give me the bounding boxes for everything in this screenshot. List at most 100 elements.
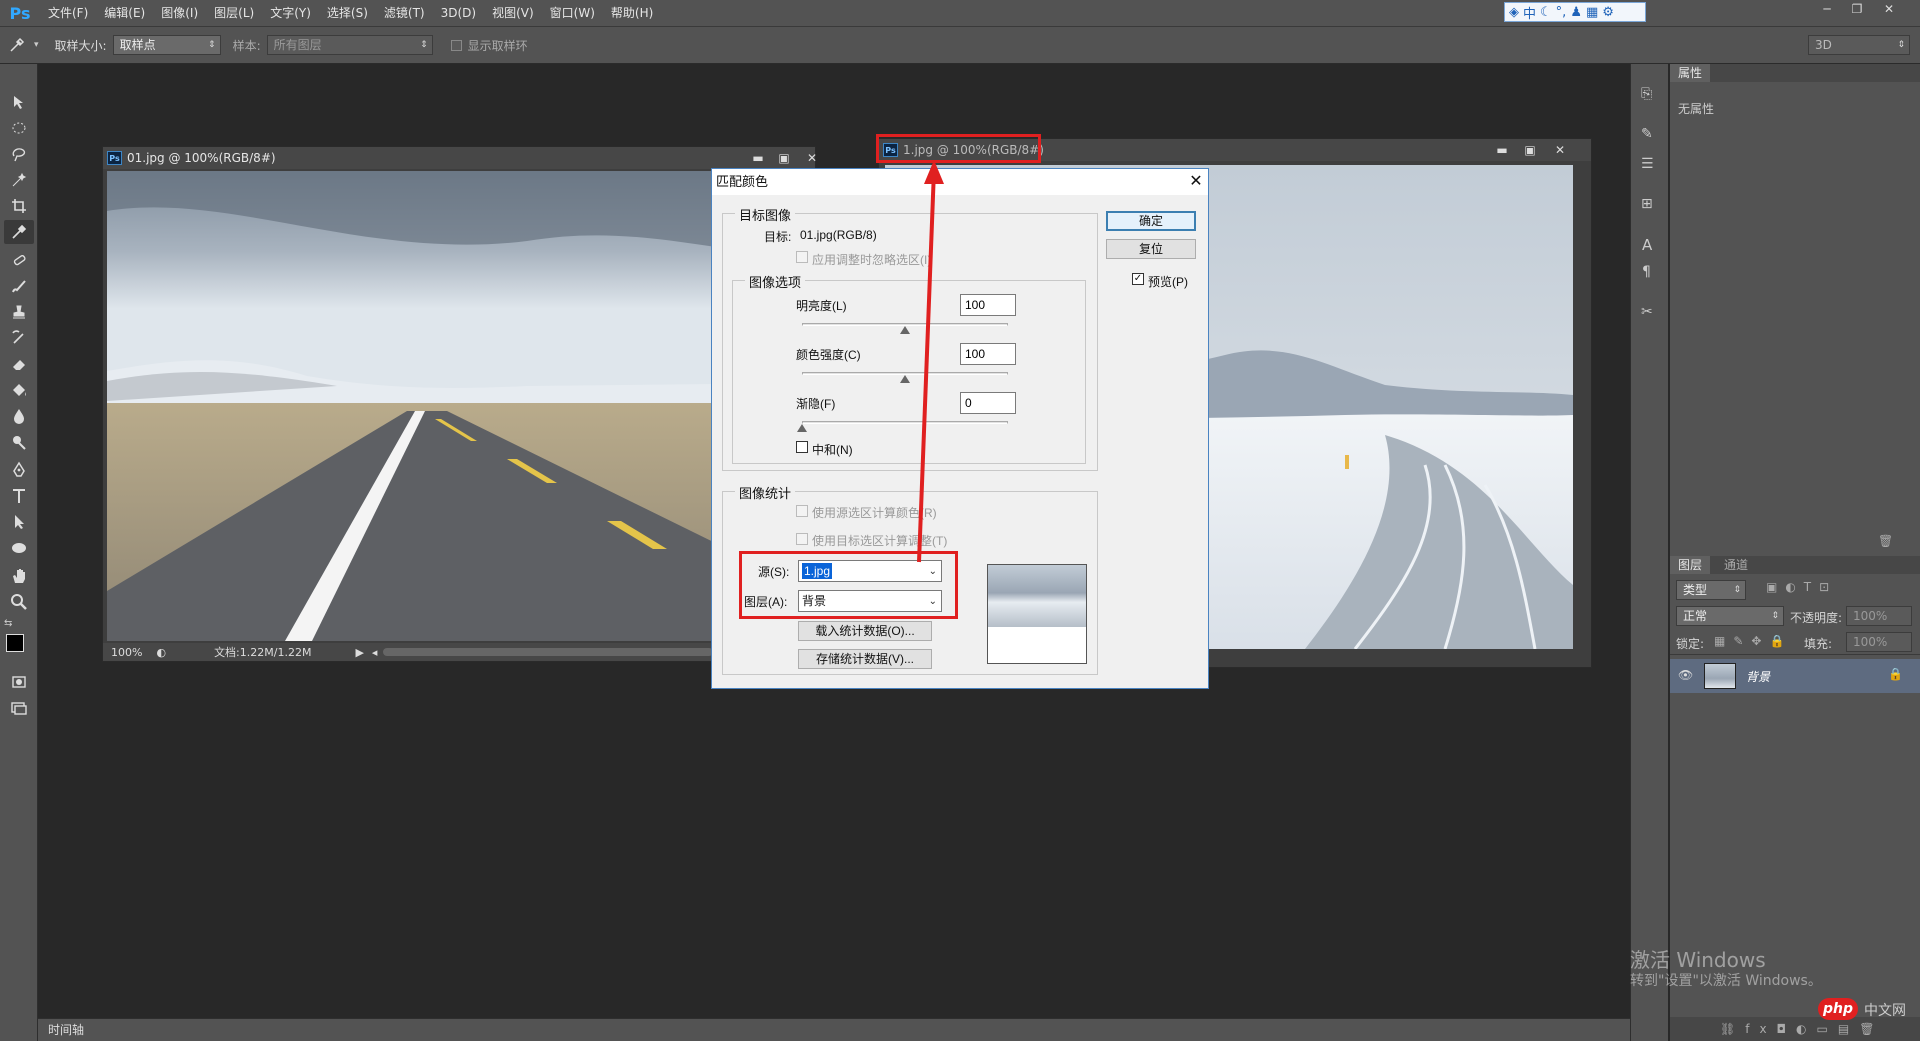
status-menu-arrow-icon[interactable]: ▶ — [355, 646, 363, 659]
scroll-left-icon[interactable]: ◂ — [372, 646, 378, 659]
layer-row-background[interactable]: 👁 背景 🔒 — [1670, 659, 1920, 693]
move-tool-icon[interactable] — [4, 90, 34, 114]
lock-icons[interactable]: ▦✎✥🔒 — [1714, 634, 1792, 648]
path-selection-tool-icon[interactable] — [4, 510, 34, 534]
eraser-tool-icon[interactable] — [4, 352, 34, 376]
neutralize-checkbox[interactable] — [796, 441, 808, 453]
document-01-title-bar[interactable]: Ps 01.jpg @ 100%(RGB/8#) ▬ ▣ ✕ — [103, 147, 817, 169]
healing-brush-tool-icon[interactable] — [4, 248, 34, 272]
layer-filter-select[interactable]: 类型 ⇕ — [1676, 580, 1746, 600]
menu-image[interactable]: 图像(I) — [153, 0, 206, 26]
layer-name[interactable]: 背景 — [1746, 668, 1770, 685]
blur-tool-icon[interactable] — [4, 404, 34, 428]
load-statistics-button[interactable]: 载入统计数据(O)... — [798, 621, 932, 641]
minimize-app-button[interactable]: ─ — [1812, 0, 1842, 18]
hand-tool-icon[interactable] — [4, 564, 34, 588]
swap-colors-icon[interactable]: ⇆ — [4, 618, 12, 629]
layer-select[interactable]: 背景 ⌄ — [798, 590, 942, 612]
color-intensity-slider-thumb[interactable] — [900, 375, 910, 383]
menu-3d[interactable]: 3D(D) — [433, 0, 484, 26]
fade-input[interactable] — [960, 392, 1016, 414]
crop-tool-icon[interactable] — [4, 194, 34, 218]
clone-source-icon[interactable]: ⊞ — [1641, 196, 1653, 212]
ok-button[interactable]: 确定 — [1106, 211, 1196, 231]
clone-stamp-tool-icon[interactable] — [4, 300, 34, 324]
fade-slider-track[interactable] — [802, 421, 1008, 424]
paragraph-panel-icon[interactable]: ¶ — [1642, 264, 1651, 280]
menu-view[interactable]: 视图(V) — [484, 0, 542, 26]
pen-tool-icon[interactable] — [4, 458, 34, 482]
maximize-doc-button[interactable]: ▣ — [771, 149, 797, 166]
sample-select[interactable]: 所有图层 ⇕ — [266, 35, 433, 55]
history-panel-icon[interactable]: ⎘ — [1641, 86, 1652, 102]
ime-mode-label[interactable]: 中 — [1523, 3, 1536, 22]
restore-app-button[interactable]: ❐ — [1842, 0, 1872, 18]
menu-select[interactable]: 选择(S) — [319, 0, 376, 26]
color-intensity-input[interactable] — [960, 343, 1016, 365]
zoom-tool-icon[interactable] — [4, 590, 34, 614]
close-doc-button[interactable]: ✕ — [799, 149, 825, 166]
paint-bucket-tool-icon[interactable] — [4, 378, 34, 402]
timeline-panel[interactable]: 时间轴 — [38, 1018, 1630, 1041]
character-panel-icon[interactable]: A — [1642, 236, 1652, 254]
close-doc-button[interactable]: ✕ — [1547, 141, 1573, 158]
document-window-01[interactable]: Ps 01.jpg @ 100%(RGB/8#) ▬ ▣ ✕ 100% ◐ 文档… — [102, 146, 817, 662]
reset-button[interactable]: 复位 — [1106, 239, 1196, 259]
sample-size-select[interactable]: 取样点 ⇕ — [112, 35, 221, 55]
layers-footer-icons[interactable]: ⛓fx◘◐▭▤🗑 — [1670, 1017, 1920, 1041]
layer-visibility-eye-icon[interactable]: 👁 — [1678, 668, 1693, 682]
use-target-selection-checkbox[interactable] — [796, 533, 808, 545]
preview-checkbox[interactable]: ✓ — [1132, 273, 1144, 285]
tool-presets-icon[interactable]: ✂ — [1641, 304, 1653, 320]
zoom-level[interactable]: 100% — [111, 646, 142, 659]
tab-layers[interactable]: 图层 — [1670, 556, 1711, 574]
road-photo-canvas[interactable] — [107, 171, 813, 641]
brush-tool-icon[interactable] — [4, 274, 34, 298]
menu-type[interactable]: 文字(Y) — [262, 0, 319, 26]
eyedropper-tool-icon[interactable] — [4, 220, 34, 244]
workspace-select[interactable]: 3D ⇕ — [1808, 35, 1910, 55]
blend-mode-select[interactable]: 正常 ⇕ — [1676, 606, 1784, 626]
fade-slider-thumb[interactable] — [797, 424, 807, 432]
menu-edit[interactable]: 编辑(E) — [96, 0, 153, 26]
menu-filter[interactable]: 滤镜(T) — [376, 0, 433, 26]
layer-filter-icons[interactable]: ▣◐T⊡ — [1766, 580, 1837, 594]
status-info-icon[interactable]: ◐ — [156, 646, 166, 659]
tab-properties[interactable]: 属性 — [1670, 64, 1711, 82]
close-app-button[interactable]: ✕ — [1874, 0, 1904, 18]
opacity-input[interactable]: 100% — [1846, 606, 1912, 626]
maximize-doc-button[interactable]: ▣ — [1517, 141, 1543, 158]
shape-tool-icon[interactable] — [4, 536, 34, 560]
eyedropper-preset-icon[interactable] — [0, 37, 34, 53]
menu-file[interactable]: 文件(F) — [40, 0, 96, 26]
source-select[interactable]: 1.jpg ⌄ — [798, 560, 942, 582]
dialog-close-button[interactable]: ✕ — [1184, 171, 1208, 193]
luminance-input[interactable] — [960, 294, 1016, 316]
luminance-slider-thumb[interactable] — [900, 326, 910, 334]
menu-help[interactable]: 帮助(H) — [603, 0, 661, 26]
trash-icon[interactable]: 🗑 — [1878, 534, 1893, 548]
save-statistics-button[interactable]: 存储统计数据(V)... — [798, 649, 932, 669]
type-tool-icon[interactable] — [4, 484, 34, 508]
lasso-tool-icon[interactable] — [4, 142, 34, 166]
preset-dropdown-icon[interactable]: ▾ — [34, 40, 39, 50]
menu-window[interactable]: 窗口(W) — [542, 0, 603, 26]
history-brush-tool-icon[interactable] — [4, 326, 34, 350]
dodge-tool-icon[interactable] — [4, 430, 34, 454]
show-ring-checkbox[interactable] — [450, 39, 462, 51]
screen-mode-icon[interactable] — [4, 696, 34, 720]
ignore-selection-checkbox[interactable] — [796, 251, 808, 263]
quick-select-tool-icon[interactable] — [4, 168, 34, 192]
foreground-color-swatch[interactable] — [6, 634, 24, 652]
brush-presets-icon[interactable]: ✎ — [1641, 126, 1653, 142]
quick-mask-icon[interactable] — [4, 670, 34, 694]
fill-input[interactable]: 100% — [1846, 632, 1912, 652]
minimize-doc-button[interactable]: ▬ — [1489, 141, 1515, 158]
marquee-tool-icon[interactable] — [4, 116, 34, 140]
adjustments-icon[interactable]: ☰ — [1641, 156, 1654, 172]
tab-channels[interactable]: 通道 — [1716, 556, 1756, 574]
menu-layer[interactable]: 图层(L) — [206, 0, 262, 26]
document-1-title-bar[interactable]: Ps 1.jpg @ 100%(RGB/8#) ▬ ▣ ✕ — [879, 139, 1591, 161]
minimize-doc-button[interactable]: ▬ — [745, 149, 771, 166]
horizontal-scrollbar[interactable] — [383, 648, 714, 656]
